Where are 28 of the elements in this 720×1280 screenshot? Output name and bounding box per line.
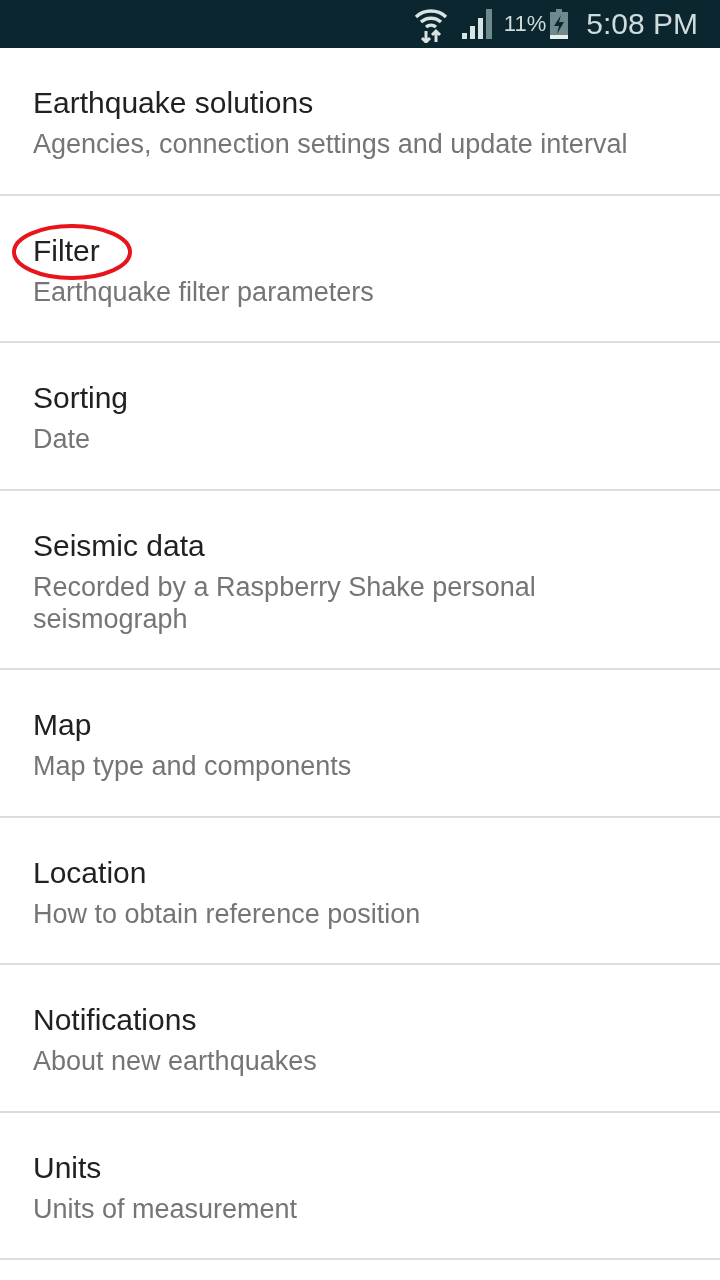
settings-item[interactable]: Units Units of measurement: [0, 1112, 720, 1258]
item-summary: Earthquake filter parameters: [33, 275, 375, 308]
settings-item[interactable]: Filter Earthquake filter parameters: [0, 195, 720, 341]
item-title: Earthquake solutions: [33, 85, 315, 121]
battery-percent: 11%: [503, 11, 547, 37]
item-title: Location: [33, 854, 148, 891]
item-title: Sorting: [33, 380, 130, 416]
item-summary: About new earthquakes: [33, 1045, 318, 1077]
item-summary: Agencies, connection settings and update interval: [33, 128, 629, 160]
item-title: Notifications: [33, 1002, 198, 1038]
settings-item[interactable]: Location How to obtain reference position: [0, 817, 720, 963]
item-summary: How to obtain reference position: [33, 897, 422, 930]
item-summary: Recorded by a Raspberry Shake personal seismograph: [33, 570, 537, 635]
item-title: Map: [33, 707, 93, 743]
item-summary: Units of measurement: [33, 1192, 299, 1225]
settings-item[interactable]: Map Map type and components: [0, 670, 720, 816]
item-title: Seismic data: [33, 527, 206, 564]
item-summary: Date: [33, 423, 92, 455]
signal-icon: [461, 9, 494, 39]
settings-item[interactable]: Sorting Date: [0, 343, 720, 489]
item-title: Units: [33, 1149, 103, 1186]
settings-item[interactable]: Earthquake solutions Agencies, connection settings and update interval: [0, 48, 720, 194]
clock-time: 5:08 PM: [586, 7, 698, 41]
item-summary: Map type and components: [33, 750, 353, 782]
item-title: Filter: [33, 232, 101, 269]
settings-item[interactable]: Seismic data Recorded by a Raspberry Shake personal seismograph: [0, 490, 720, 668]
battery-charging-icon: [550, 9, 569, 39]
settings-item[interactable]: Notifications About new earthquakes: [0, 965, 720, 1111]
